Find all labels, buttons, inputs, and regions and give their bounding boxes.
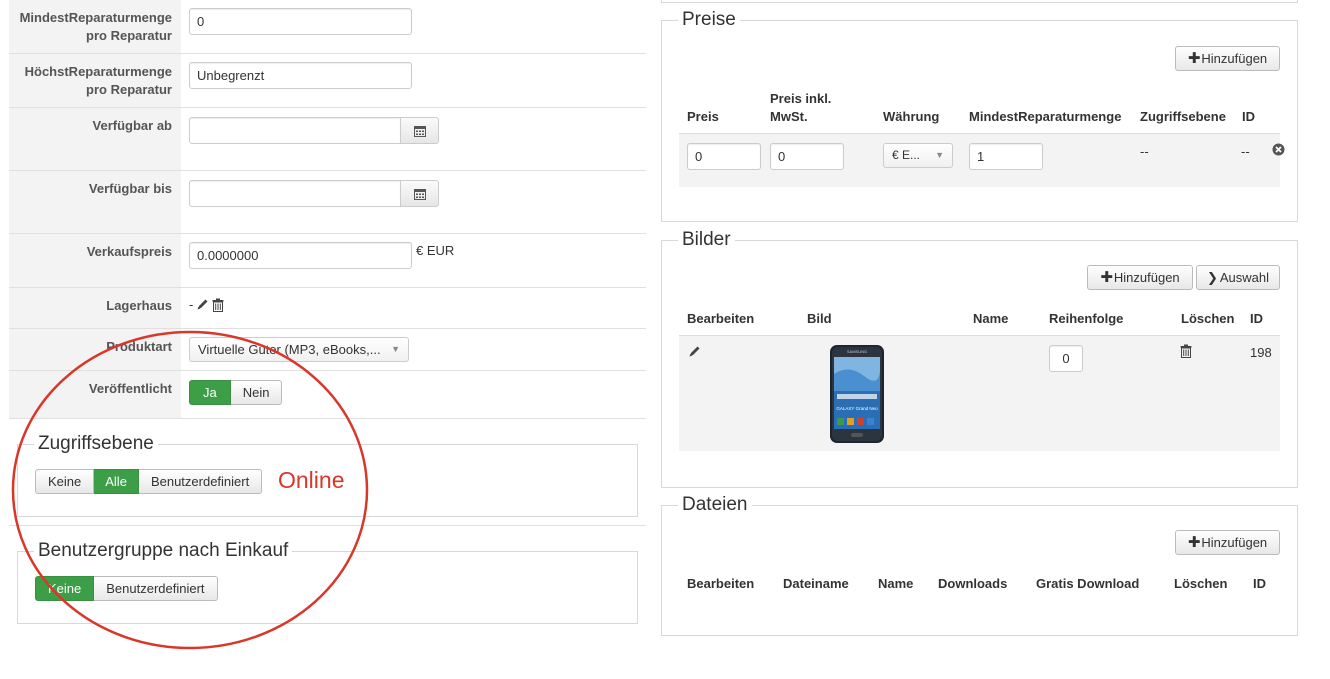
prices-header-min-qty: MindestReparaturmenge (969, 109, 1122, 124)
caret-down-icon: ▼ (391, 344, 400, 354)
images-header-name: Name (973, 311, 1009, 326)
files-header-id: ID (1253, 576, 1266, 591)
price-label: Verkaufspreis (9, 234, 181, 287)
prices-header-currency: Währung (883, 109, 940, 124)
trash-icon[interactable] (212, 298, 224, 312)
row-min-repair: MindestReparaturmenge pro Reparatur 0 (9, 0, 646, 54)
images-header-delete: Löschen (1181, 311, 1235, 326)
files-legend: Dateien (678, 494, 752, 516)
images-header-id: ID (1250, 311, 1263, 326)
images-select-button[interactable]: ❯ Auswahl (1196, 265, 1280, 290)
pencil-icon[interactable] (688, 345, 701, 358)
available-from-calendar-button[interactable] (400, 117, 439, 144)
phone-thumbnail-image: SAMSUNG GALAXY Grand Neo (830, 345, 884, 443)
row-available-to: Verfügbar bis (9, 171, 646, 234)
prices-legend: Preise (678, 9, 740, 31)
max-repair-label: HöchstReparaturmenge pro Reparatur (9, 54, 181, 107)
min-repair-label: MindestReparaturmenge pro Reparatur (9, 0, 181, 53)
calendar-icon (413, 125, 426, 137)
images-header-order: Reihenfolge (1049, 311, 1124, 326)
prices-header-access: Zugriffsebene (1140, 109, 1226, 124)
warehouse-label: Lagerhaus (9, 288, 181, 328)
prices-row: 0 0 € E... ▼ 1 -- -- (679, 133, 1285, 187)
min-qty-cell-input[interactable]: 1 (969, 143, 1043, 170)
files-header-downloads: Downloads (938, 576, 1008, 591)
image-id-cell: 198 (1250, 345, 1272, 360)
images-row: SAMSUNG GALAXY Grand Neo 0 198 (679, 335, 1280, 451)
svg-text:GALAXY Grand Neo: GALAXY Grand Neo (836, 406, 878, 411)
price-currency: € EUR (416, 243, 455, 258)
plus-icon: ✚ (1187, 534, 1201, 551)
trash-icon[interactable] (1180, 344, 1192, 358)
svg-text:SAMSUNG: SAMSUNG (847, 349, 867, 354)
files-header-name: Name (878, 576, 914, 591)
files-header-filename: Dateiname (783, 576, 849, 591)
pencil-icon[interactable] (196, 298, 209, 311)
plus-icon: ✚ (1187, 50, 1201, 67)
min-repair-input[interactable]: 0 (189, 8, 412, 35)
warehouse-value: - (189, 297, 224, 312)
prices-header-id: ID (1242, 109, 1255, 124)
price-incl-cell-input[interactable]: 0 (770, 143, 844, 170)
files-header-free-download: Gratis Download (1036, 576, 1140, 591)
id-cell: -- (1241, 144, 1250, 159)
available-to-label: Verfügbar bis (9, 171, 181, 233)
currency-select[interactable]: € E... ▼ (883, 143, 953, 168)
row-price: Verkaufspreis 0.0000000 € EUR (9, 234, 646, 288)
red-circle-annotation (11, 330, 369, 650)
image-order-input[interactable]: 0 (1049, 345, 1083, 372)
chevron-right-icon: ❯ (1206, 270, 1218, 285)
files-header-edit: Bearbeiten (687, 576, 755, 591)
row-available-from: Verfügbar ab (9, 108, 646, 171)
available-from-label: Verfügbar ab (9, 108, 181, 170)
prices-header-price: Preis (687, 109, 719, 124)
images-header-edit: Bearbeiten (687, 311, 755, 326)
available-to-calendar-button[interactable] (400, 180, 439, 207)
images-header-image: Bild (807, 311, 832, 326)
files-header-delete: Löschen (1174, 576, 1228, 591)
price-cell-input[interactable]: 0 (687, 143, 761, 170)
previous-fieldset-edge (661, 0, 1298, 3)
access-cell: -- (1140, 144, 1149, 159)
remove-circle-icon[interactable] (1272, 143, 1285, 156)
images-add-button[interactable]: ✚Hinzufügen (1087, 265, 1193, 290)
available-to-input[interactable] (189, 180, 401, 207)
caret-down-icon: ▼ (935, 150, 944, 160)
prices-fieldset: Preise ✚Hinzufügen Preis Preis inkl. MwS… (661, 9, 1298, 222)
row-warehouse: Lagerhaus - (9, 288, 646, 329)
images-legend: Bilder (678, 229, 735, 251)
row-max-repair: HöchstReparaturmenge pro Reparatur Unbeg… (9, 54, 646, 108)
files-fieldset: Dateien ✚Hinzufügen Bearbeiten Dateiname… (661, 494, 1298, 636)
files-add-button[interactable]: ✚Hinzufügen (1175, 530, 1280, 555)
plus-icon: ✚ (1100, 269, 1113, 286)
prices-add-button[interactable]: ✚Hinzufügen (1175, 46, 1280, 71)
max-repair-input[interactable]: Unbegrenzt (189, 62, 412, 89)
price-input[interactable]: 0.0000000 (189, 242, 412, 269)
available-from-input[interactable] (189, 117, 401, 144)
images-fieldset: Bilder ✚Hinzufügen ❯ Auswahl Bearbeiten B… (661, 229, 1298, 488)
prices-header-price-incl: Preis inkl. MwSt. (770, 91, 832, 124)
calendar-icon (413, 188, 426, 200)
